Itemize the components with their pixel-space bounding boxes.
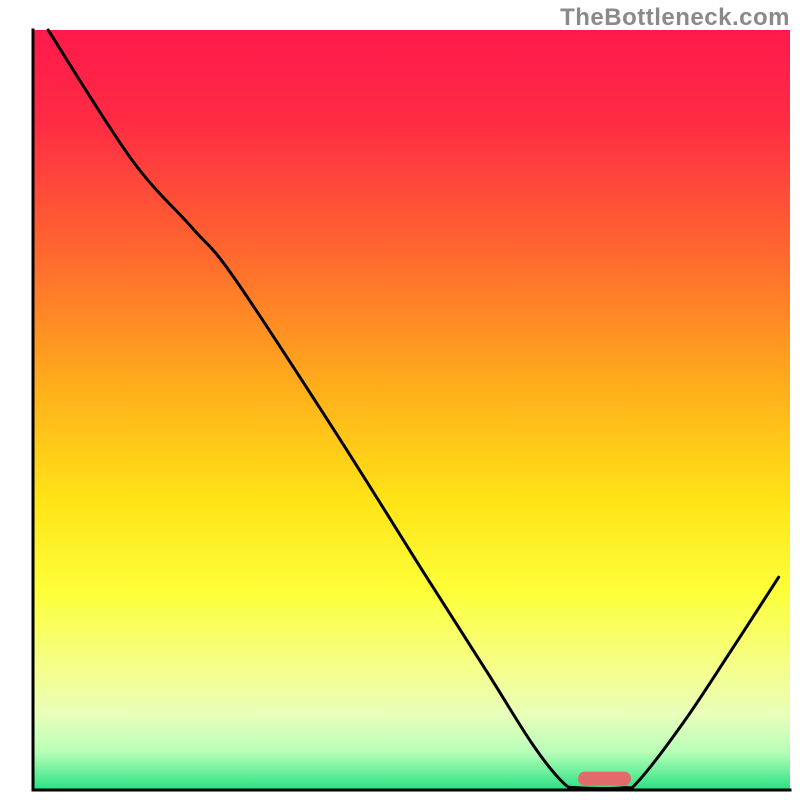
chart-canvas	[0, 0, 800, 800]
gradient-background	[33, 30, 790, 790]
bottleneck-chart: TheBottleneck.com	[0, 0, 800, 800]
watermark-text: TheBottleneck.com	[560, 4, 790, 32]
plot-area	[33, 30, 790, 790]
optimal-range-marker	[578, 772, 631, 786]
